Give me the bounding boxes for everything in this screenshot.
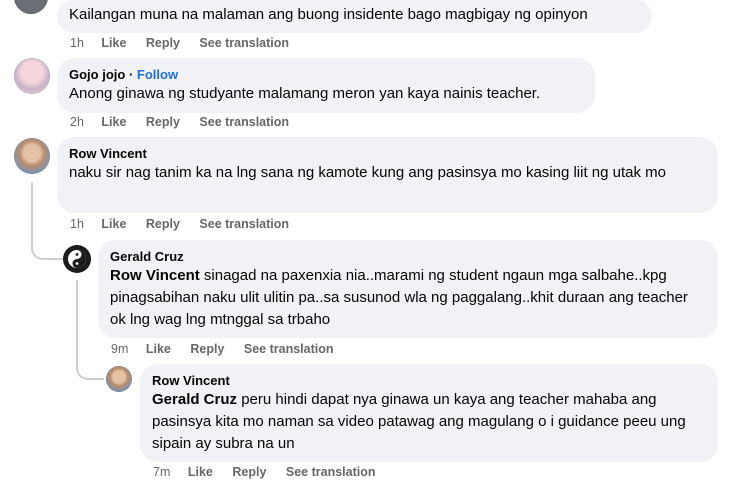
reply-button[interactable]: Reply bbox=[146, 36, 180, 50]
see-translation-link[interactable]: See translation bbox=[199, 217, 289, 231]
mention-link[interactable]: Row Vincent bbox=[110, 267, 200, 284]
like-button[interactable]: Like bbox=[101, 36, 126, 50]
comment-actions: 1h Like Reply See translation bbox=[70, 216, 305, 232]
comment-bubble: Gerald Cruz Row Vincent sinagad na paxen… bbox=[98, 240, 718, 338]
comment-actions: 7m Like Reply See translation bbox=[153, 464, 392, 480]
comment-time[interactable]: 1h bbox=[70, 36, 84, 50]
comment-bubble: Kailangan muna na malaman ang buong insi… bbox=[57, 0, 652, 33]
author-name[interactable]: Gojo jojo bbox=[69, 67, 125, 82]
like-button[interactable]: Like bbox=[101, 217, 126, 231]
separator: · bbox=[128, 67, 134, 82]
comment-text: naku sir nag tanim ka na lng sana ng kam… bbox=[69, 164, 667, 181]
comment-bubble: Row Vincent Gerald Cruz peru hindi dapat… bbox=[140, 364, 718, 462]
yin-yang-icon bbox=[68, 250, 86, 268]
comment-text: Row Vincent sinagad na paxenxia nia..mar… bbox=[110, 265, 706, 331]
comment-author[interactable]: Gojo jojo · Follow bbox=[69, 66, 583, 83]
comment-bubble: Row Vincent naku sir nag tanim ka na lng… bbox=[57, 137, 718, 213]
see-translation-link[interactable]: See translation bbox=[199, 115, 289, 129]
mention-link[interactable]: Gerald Cruz bbox=[152, 391, 237, 408]
comment-bubble: Gojo jojo · Follow Anong ginawa ng study… bbox=[57, 58, 595, 113]
comment-time[interactable]: 2h bbox=[70, 115, 84, 129]
comment-actions: 1h Like Reply See translation bbox=[70, 35, 305, 51]
see-translation-link[interactable]: See translation bbox=[286, 465, 376, 479]
like-button[interactable]: Like bbox=[146, 342, 171, 356]
comment-time[interactable]: 1h bbox=[70, 217, 84, 231]
avatar[interactable] bbox=[106, 366, 132, 392]
reply-button[interactable]: Reply bbox=[190, 342, 224, 356]
comment-text: Anong ginawa ng studyante malamang meron… bbox=[69, 85, 541, 102]
thread-connector bbox=[31, 222, 63, 260]
reply-button[interactable]: Reply bbox=[146, 217, 180, 231]
comment-actions: 2h Like Reply See translation bbox=[70, 114, 305, 130]
avatar[interactable] bbox=[14, 0, 48, 14]
comment-text: Gerald Cruz peru hindi dapat nya ginawa … bbox=[152, 389, 706, 455]
comment-time[interactable]: 9m bbox=[111, 342, 128, 356]
like-button[interactable]: Like bbox=[101, 115, 126, 129]
see-translation-link[interactable]: See translation bbox=[244, 342, 334, 356]
like-button[interactable]: Like bbox=[188, 465, 213, 479]
comment-text: Kailangan muna na malaman ang buong insi… bbox=[69, 6, 588, 23]
author-name[interactable]: Row Vincent bbox=[69, 145, 706, 162]
author-name[interactable]: Gerald Cruz bbox=[110, 248, 706, 265]
reply-button[interactable]: Reply bbox=[232, 465, 266, 479]
author-name[interactable]: Row Vincent bbox=[152, 372, 706, 389]
comment-time[interactable]: 7m bbox=[153, 465, 170, 479]
avatar[interactable] bbox=[14, 58, 50, 94]
follow-button[interactable]: Follow bbox=[137, 67, 178, 82]
comment-actions: 9m Like Reply See translation bbox=[111, 341, 350, 357]
avatar[interactable] bbox=[63, 245, 91, 273]
see-translation-link[interactable]: See translation bbox=[199, 36, 289, 50]
reply-button[interactable]: Reply bbox=[146, 115, 180, 129]
avatar[interactable] bbox=[14, 138, 50, 174]
